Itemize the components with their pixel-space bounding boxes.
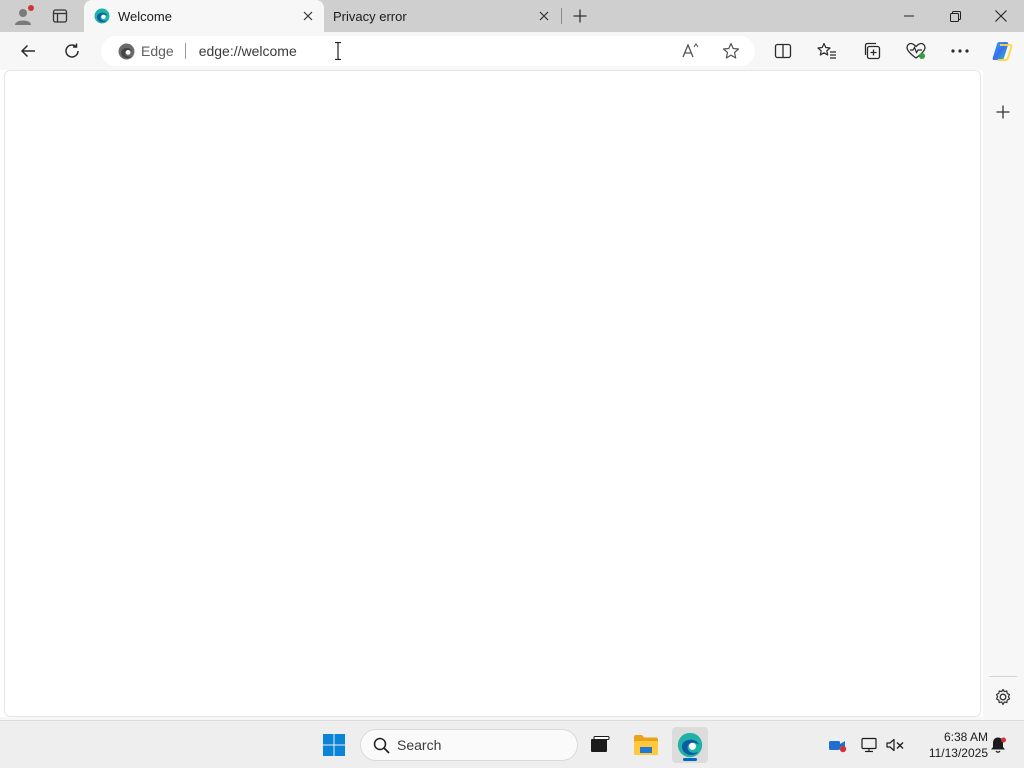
- file-explorer-button[interactable]: [628, 727, 664, 763]
- clock-date: 11/13/2025: [928, 746, 988, 760]
- text-cursor-icon: [335, 42, 341, 60]
- title-bar: Welcome Privacy error: [0, 0, 1024, 32]
- meet-now-icon: [829, 741, 847, 753]
- settings-icon: [995, 688, 1011, 706]
- tab-actions-button[interactable]: [46, 0, 74, 32]
- network-icon: [861, 737, 877, 753]
- edge-sidebar: [983, 70, 1024, 717]
- sidebar-divider: [989, 676, 1017, 677]
- plus-icon: [573, 9, 587, 23]
- volume-muted-icon: [886, 738, 904, 752]
- tab-close-button[interactable]: [294, 2, 322, 30]
- favorite-star-icon: [722, 42, 740, 59]
- active-app-indicator: [683, 758, 697, 761]
- task-view-button[interactable]: [582, 727, 618, 763]
- tab-privacy-error[interactable]: Privacy error: [324, 0, 560, 32]
- collections-icon: [864, 42, 881, 60]
- address-divider: [184, 43, 186, 59]
- close-icon: [303, 11, 313, 21]
- favorites-button[interactable]: [811, 35, 843, 67]
- tab-close-button[interactable]: [530, 2, 558, 30]
- clock-time: 6:38 AM: [943, 730, 988, 744]
- search-placeholder: Search: [397, 737, 442, 753]
- edge-icon: [677, 732, 703, 758]
- refresh-button[interactable]: [56, 35, 88, 67]
- taskbar-search-box[interactable]: Search: [360, 729, 578, 761]
- file-explorer-icon: [634, 735, 658, 755]
- copilot-button[interactable]: [986, 35, 1018, 67]
- meet-now-button[interactable]: [826, 733, 850, 757]
- tab-welcome[interactable]: Welcome: [84, 0, 324, 32]
- notification-icon: [991, 737, 1006, 753]
- tab-separator: [561, 8, 562, 24]
- sidebar-settings-button[interactable]: [987, 681, 1019, 713]
- copilot-icon: [992, 42, 1013, 61]
- add-icon: [996, 105, 1010, 119]
- system-clock[interactable]: 6:38 AM 11/13/2025: [906, 729, 988, 761]
- network-button[interactable]: [858, 733, 882, 757]
- minimize-button[interactable]: [886, 0, 932, 32]
- browser-essentials-icon: [906, 42, 926, 59]
- page-content[interactable]: [4, 70, 981, 717]
- new-tab-button[interactable]: [566, 0, 594, 32]
- read-aloud-icon: [682, 43, 699, 58]
- profile-button[interactable]: [6, 0, 40, 32]
- restore-icon: [949, 10, 961, 22]
- read-aloud-button[interactable]: [676, 36, 706, 66]
- more-button[interactable]: [944, 35, 976, 67]
- more-icon: [951, 49, 969, 53]
- notification-button[interactable]: [986, 733, 1010, 757]
- profile-notification-dot: [28, 5, 34, 11]
- close-icon: [539, 11, 549, 21]
- close-window-button[interactable]: [978, 0, 1024, 32]
- browser-essentials-button[interactable]: [900, 35, 932, 67]
- start-button[interactable]: [316, 727, 352, 763]
- restore-button[interactable]: [932, 0, 978, 32]
- close-icon: [995, 10, 1007, 22]
- tab-actions-icon: [52, 9, 68, 23]
- tab-title: Privacy error: [333, 8, 407, 24]
- task-view-icon: [591, 736, 610, 752]
- back-button[interactable]: [12, 35, 44, 67]
- add-favorite-button[interactable]: [716, 36, 746, 66]
- site-identity-label[interactable]: Edge: [141, 43, 174, 59]
- edge-icon: [94, 8, 110, 24]
- taskbar: Search 6:38 AM 11/13/2025: [0, 720, 1024, 768]
- back-icon: [20, 44, 35, 58]
- split-screen-button[interactable]: [767, 35, 799, 67]
- collections-button[interactable]: [856, 35, 888, 67]
- address-bar[interactable]: Edge edge://welcome: [101, 36, 755, 66]
- start-icon: [323, 734, 345, 756]
- search-icon: [371, 735, 391, 755]
- edge-taskbar-button[interactable]: [672, 727, 708, 763]
- url-text[interactable]: edge://welcome: [199, 43, 297, 59]
- browser-toolbar: Edge edge://welcome: [0, 32, 1024, 70]
- split-screen-icon: [774, 43, 792, 59]
- refresh-icon: [65, 43, 79, 58]
- minimize-icon: [904, 15, 914, 17]
- favorites-icon: [817, 42, 836, 59]
- volume-button[interactable]: [884, 733, 908, 757]
- tab-title: Welcome: [118, 8, 172, 24]
- sidebar-add-button[interactable]: [987, 96, 1019, 128]
- edge-icon: [117, 42, 135, 60]
